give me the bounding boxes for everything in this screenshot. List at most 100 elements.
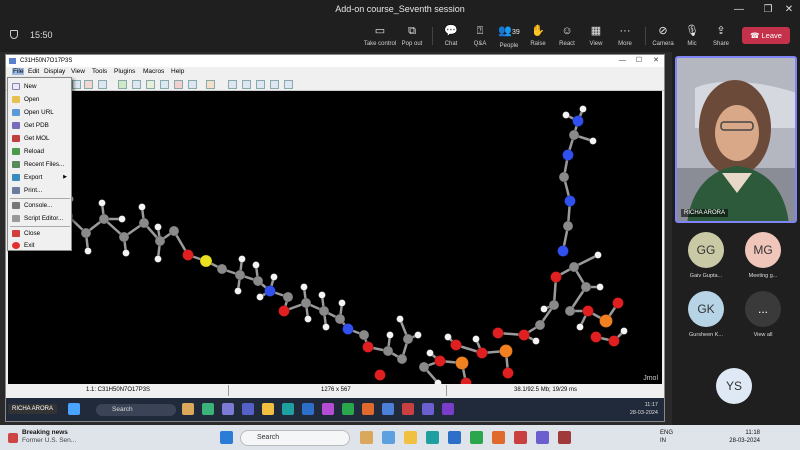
menu-help[interactable]: Help	[171, 68, 184, 75]
menu-item-exit[interactable]: Exit	[8, 239, 71, 252]
atom-n	[562, 149, 574, 161]
teams-icon	[242, 403, 254, 415]
atom-s	[199, 254, 213, 268]
tool-play-icon[interactable]	[256, 80, 265, 89]
pop-out-icon: ⧉	[408, 25, 416, 37]
menu-item-reload[interactable]: Reload	[8, 145, 71, 158]
menu-file[interactable]: File	[12, 68, 25, 75]
jmol-maximize-button[interactable]: ☐	[636, 55, 642, 67]
menu-item-get-mol[interactable]: Get MOL	[8, 132, 71, 145]
atom-h	[270, 273, 278, 281]
menu-item-recent-files[interactable]: Recent Files...	[8, 158, 71, 171]
news-icon	[8, 433, 18, 443]
share-icon: ⇪	[716, 25, 726, 37]
system-tray[interactable]: ENG IN	[660, 429, 673, 445]
atom-c	[402, 333, 414, 345]
windows-start-icon[interactable]	[220, 431, 233, 444]
tool-measure-icon[interactable]	[146, 80, 155, 89]
menu-item-console[interactable]: Console...	[8, 199, 71, 212]
edge-icon[interactable]	[426, 431, 439, 444]
news-widget[interactable]: Breaking news Former U.S. Sen...	[8, 429, 76, 445]
taskbar-clock[interactable]: 11:18 28-03-2024	[725, 429, 760, 445]
app-icon[interactable]	[558, 431, 571, 444]
file-explorer-icon[interactable]	[404, 431, 417, 444]
atom-h	[396, 315, 404, 323]
submenu-arrow-icon: ▶	[63, 174, 67, 180]
status-performance: 38.1/92.5 Mb; 19/29 ms	[514, 387, 578, 393]
word-icon	[382, 403, 394, 415]
chrome-icon[interactable]	[492, 431, 505, 444]
mail-icon[interactable]	[448, 431, 461, 444]
menu-item-new[interactable]: New	[8, 80, 71, 93]
jmol-window: C31H50N7O17P3S — ☐ ✕ File Edit Display V…	[5, 54, 665, 422]
leave-button[interactable]: ☎ Leave	[742, 27, 790, 44]
atom-h	[386, 331, 394, 339]
export-icon	[12, 174, 20, 181]
atom-h	[256, 293, 264, 301]
jmol-close-button[interactable]: ✕	[653, 55, 659, 67]
jmol-titlebar: C31H50N7O17P3S — ☐ ✕	[6, 55, 664, 67]
app-icon	[322, 403, 334, 415]
more-button[interactable]: ··· More	[605, 24, 645, 47]
tool-rotate-icon[interactable]	[118, 80, 127, 89]
close-button[interactable]: ✕	[776, 0, 800, 20]
speaker-video-tile[interactable]: RICHA ARORA	[675, 56, 797, 223]
menu-item-open-url[interactable]: Open URL	[8, 106, 71, 119]
menu-item-open[interactable]: Open	[8, 93, 71, 106]
share-button[interactable]: ⇪ Share	[701, 24, 741, 47]
participant-avatar-mg[interactable]: MG	[745, 232, 781, 268]
tool-prev-frame-icon[interactable]	[242, 80, 251, 89]
tool-spin-icon[interactable]	[188, 80, 197, 89]
app-icon[interactable]	[382, 431, 395, 444]
tool-pick-icon[interactable]	[132, 80, 141, 89]
exit-icon	[12, 242, 20, 249]
atom-h	[532, 337, 540, 345]
tool-open-icon[interactable]	[72, 80, 81, 89]
mail-icon	[302, 403, 314, 415]
tool-first-frame-icon[interactable]	[228, 80, 237, 89]
app-icon[interactable]	[514, 431, 527, 444]
tool-next-frame-icon[interactable]	[270, 80, 279, 89]
tool-last-frame-icon[interactable]	[284, 80, 293, 89]
atom-h	[562, 111, 570, 119]
participant-avatar-ys[interactable]: YS	[716, 368, 752, 404]
app-icon[interactable]	[360, 431, 373, 444]
tool-export-icon[interactable]	[98, 80, 107, 89]
app-icon	[442, 403, 454, 415]
atom-c	[558, 171, 570, 183]
atom-c	[168, 225, 180, 237]
participant-avatar-gg[interactable]: GG	[688, 232, 724, 268]
atom-o	[278, 305, 290, 317]
teams-icon[interactable]	[536, 431, 549, 444]
pop-out-button[interactable]: ⧉ Pop out	[392, 24, 432, 47]
tool-animate-icon[interactable]	[206, 80, 215, 89]
view-all-button[interactable]: ...	[745, 291, 781, 327]
atom-h	[84, 247, 92, 255]
atom-h	[122, 249, 130, 257]
menu-item-print[interactable]: Print...	[8, 184, 71, 197]
minimize-button[interactable]: —	[726, 0, 752, 20]
excel-icon[interactable]	[470, 431, 483, 444]
jmol-watermark: Jmol	[643, 375, 658, 382]
menu-plugins[interactable]: Plugins	[114, 68, 135, 75]
menu-item-script-editor[interactable]: Script Editor...	[8, 212, 71, 225]
atom-h	[414, 331, 422, 339]
tool-print-icon[interactable]	[84, 80, 93, 89]
participant-avatar-gk[interactable]: GK	[688, 291, 724, 327]
menu-tools[interactable]: Tools	[92, 68, 107, 75]
menu-display[interactable]: Display	[44, 68, 65, 75]
tool-delete-icon[interactable]	[174, 80, 183, 89]
menu-macros[interactable]: Macros	[143, 68, 164, 75]
taskbar-search-box[interactable]: Search	[240, 430, 350, 446]
atom-h	[98, 199, 106, 207]
molecule-viewer-canvas[interactable]: Jmol	[8, 91, 662, 384]
menu-item-export[interactable]: Export ▶	[8, 171, 71, 184]
more-icon: ···	[619, 25, 631, 37]
console-icon	[12, 202, 20, 209]
tool-label-icon[interactable]	[160, 80, 169, 89]
jmol-minimize-button[interactable]: —	[619, 55, 626, 67]
menu-view[interactable]: View	[71, 68, 85, 75]
menu-edit[interactable]: Edit	[28, 68, 39, 75]
atom-c	[562, 220, 574, 232]
menu-item-get-pdb[interactable]: Get PDB	[8, 119, 71, 132]
